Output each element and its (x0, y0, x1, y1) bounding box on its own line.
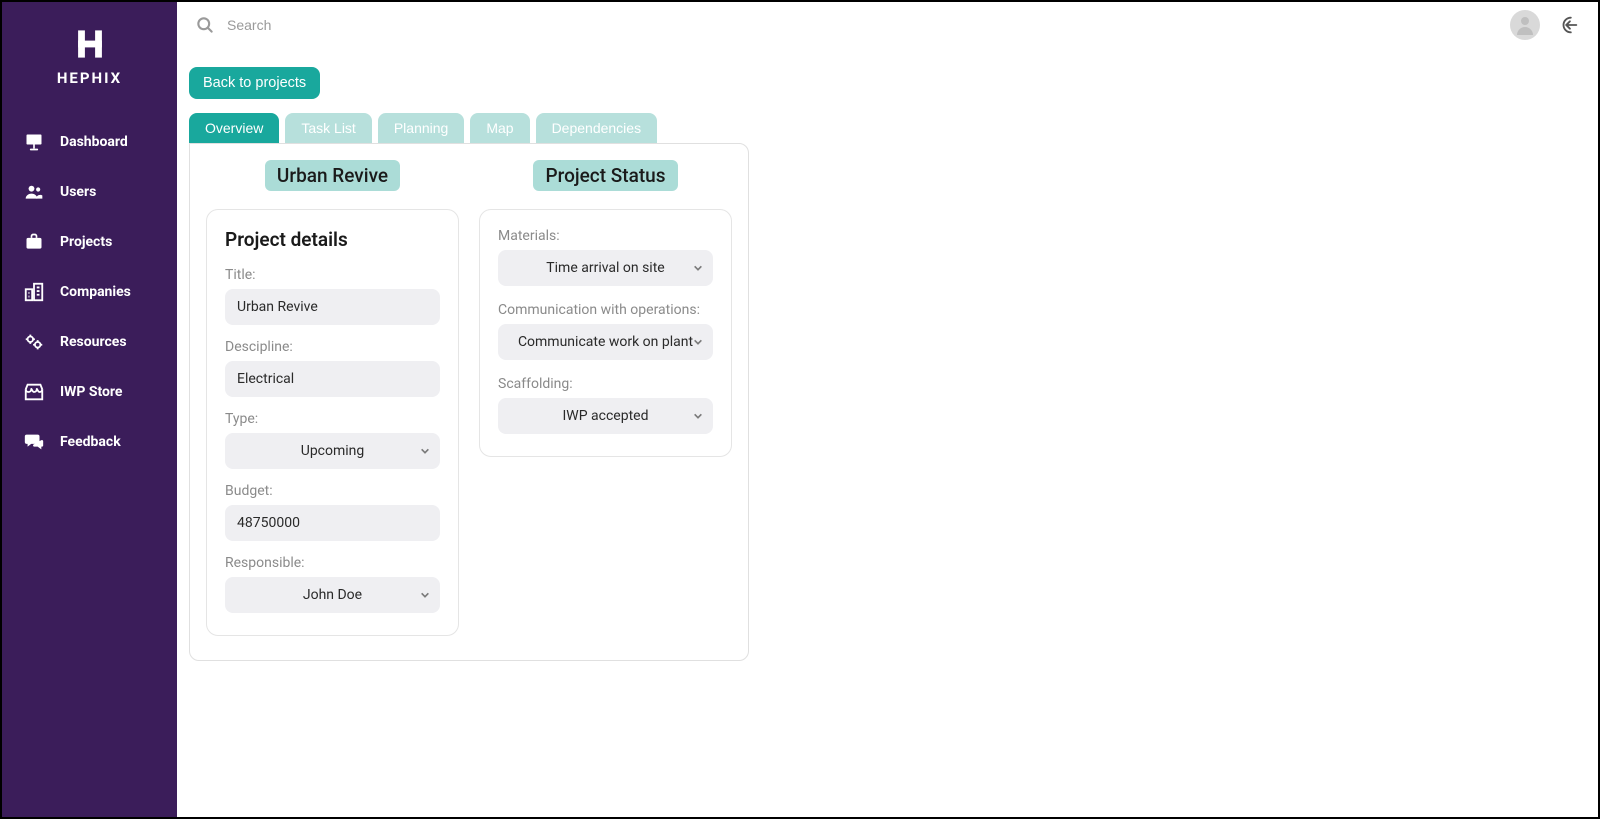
tab-planning[interactable]: Planning (378, 113, 465, 143)
tabs: Overview Task List Planning Map Dependen… (189, 113, 1586, 143)
chat-icon (22, 431, 46, 453)
project-title-pill: Urban Revive (265, 160, 400, 191)
users-icon (22, 181, 46, 203)
project-status-card: Materials: Time arrival on site Communic… (479, 209, 732, 457)
scaffolding-select-value: IWP accepted (563, 408, 649, 424)
title-input[interactable]: Urban Revive (225, 289, 440, 325)
sidebar-item-projects[interactable]: Projects (2, 217, 177, 267)
app-root: HEPHIX Dashboard Users Projects (0, 0, 1600, 819)
sidebar-item-resources[interactable]: Resources (2, 317, 177, 367)
sidebar-item-users[interactable]: Users (2, 167, 177, 217)
tab-dependencies[interactable]: Dependencies (536, 113, 658, 143)
responsible-label: Responsible: (225, 555, 440, 571)
materials-select-value: Time arrival on site (546, 260, 664, 276)
chevron-down-icon (693, 263, 703, 273)
back-to-projects-button[interactable]: Back to projects (189, 67, 320, 99)
buildings-icon (22, 281, 46, 303)
sidebar-item-dashboard[interactable]: Dashboard (2, 117, 177, 167)
materials-select[interactable]: Time arrival on site (498, 250, 713, 286)
chevron-down-icon (693, 337, 703, 347)
briefcase-icon (22, 231, 46, 253)
sidebar-nav: Dashboard Users Projects Companies (2, 107, 177, 467)
store-icon (22, 381, 46, 403)
search-input[interactable] (227, 17, 627, 33)
brand-text: HEPHIX (57, 69, 122, 87)
communication-label: Communication with operations: (498, 302, 713, 318)
title-label: Title: (225, 267, 440, 283)
sidebar-item-companies[interactable]: Companies (2, 267, 177, 317)
brand-logo: HEPHIX (2, 2, 177, 107)
brand-icon (73, 27, 107, 61)
project-status-pill: Project Status (533, 160, 677, 191)
chevron-down-icon (693, 411, 703, 421)
sidebar-item-label: Companies (60, 284, 131, 300)
responsible-select[interactable]: John Doe (225, 577, 440, 613)
budget-label: Budget: (225, 483, 440, 499)
discipline-input[interactable]: Electrical (225, 361, 440, 397)
tab-overview[interactable]: Overview (189, 113, 279, 143)
avatar[interactable] (1510, 10, 1540, 40)
overview-panel: Urban Revive Project details Title: Urba… (189, 143, 749, 661)
scaffolding-select[interactable]: IWP accepted (498, 398, 713, 434)
type-select-value: Upcoming (301, 443, 365, 459)
budget-input[interactable]: 48750000 (225, 505, 440, 541)
main: Back to projects Overview Task List Plan… (177, 2, 1598, 817)
sidebar: HEPHIX Dashboard Users Projects (2, 2, 177, 817)
scaffolding-label: Scaffolding: (498, 376, 713, 392)
presentation-icon (22, 131, 46, 153)
search-icon (195, 15, 215, 35)
sidebar-item-iwp-store[interactable]: IWP Store (2, 367, 177, 417)
sidebar-item-label: IWP Store (60, 384, 122, 400)
type-label: Type: (225, 411, 440, 427)
sidebar-item-feedback[interactable]: Feedback (2, 417, 177, 467)
project-details-heading: Project details (225, 228, 440, 251)
tab-task-list[interactable]: Task List (285, 113, 371, 143)
sidebar-item-label: Feedback (60, 434, 121, 450)
discipline-label: Descipline: (225, 339, 440, 355)
project-details-card: Project details Title: Urban Revive Desc… (206, 209, 459, 636)
logout-icon[interactable] (1558, 14, 1580, 36)
topbar (177, 2, 1598, 47)
chevron-down-icon (420, 446, 430, 456)
sidebar-item-label: Users (60, 184, 96, 200)
materials-label: Materials: (498, 228, 713, 244)
cogs-icon (22, 331, 46, 353)
sidebar-item-label: Resources (60, 334, 127, 350)
sidebar-item-label: Projects (60, 234, 112, 250)
communication-select[interactable]: Communicate work on plant (498, 324, 713, 360)
tab-map[interactable]: Map (470, 113, 529, 143)
sidebar-item-label: Dashboard (60, 134, 128, 150)
communication-select-value: Communicate work on plant (518, 334, 693, 350)
search (195, 15, 1492, 35)
type-select[interactable]: Upcoming (225, 433, 440, 469)
chevron-down-icon (420, 590, 430, 600)
content: Back to projects Overview Task List Plan… (177, 47, 1598, 661)
responsible-select-value: John Doe (303, 587, 362, 603)
